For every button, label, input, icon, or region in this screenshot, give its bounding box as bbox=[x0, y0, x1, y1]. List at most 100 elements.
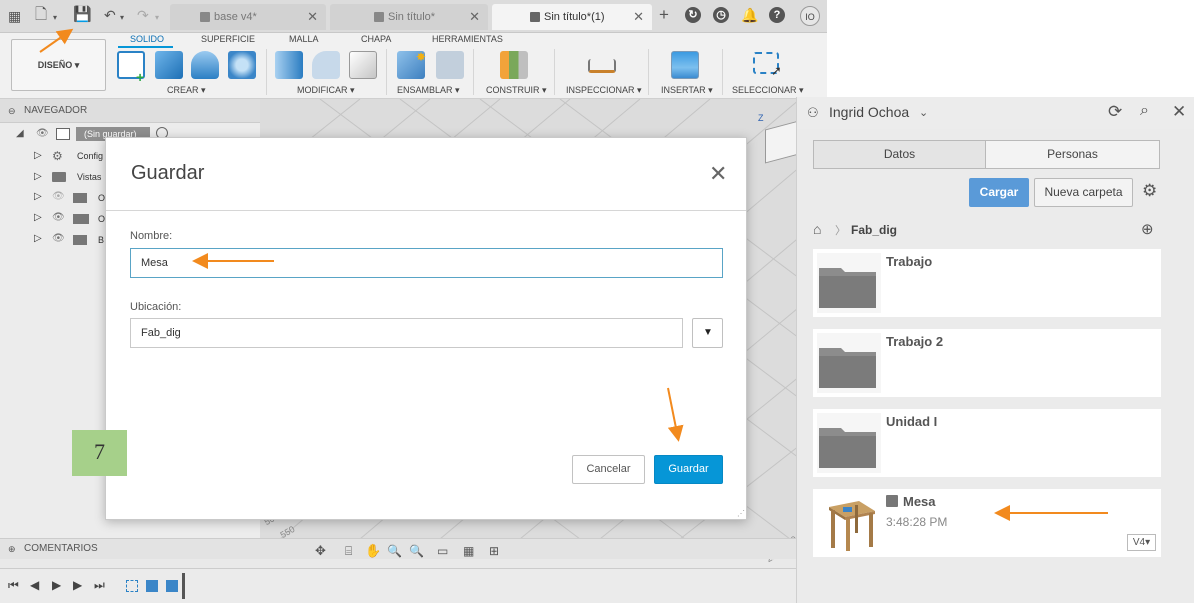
tab-sin-titulo[interactable]: Sin título* ✕ bbox=[330, 4, 488, 30]
version-badge[interactable]: V4▾ bbox=[1127, 534, 1156, 551]
avatar[interactable]: IO bbox=[800, 6, 820, 26]
list-item[interactable]: Trabajo bbox=[813, 249, 1161, 317]
cancel-button[interactable]: Cancelar bbox=[572, 455, 645, 484]
tab-herramientas[interactable]: HERRAMIENTAS bbox=[432, 33, 503, 45]
fillet-icon[interactable] bbox=[312, 51, 340, 79]
extrude-icon[interactable] bbox=[155, 51, 183, 79]
expand-icon[interactable]: ▷ bbox=[34, 191, 42, 202]
chevron-down-icon[interactable]: ⌄ bbox=[919, 106, 928, 119]
eye-icon[interactable]: 👁 bbox=[36, 128, 49, 139]
tree-item-label[interactable]: O bbox=[98, 214, 105, 224]
eye-icon[interactable]: 👁 bbox=[52, 191, 65, 202]
timeline-feature-icon[interactable] bbox=[146, 580, 158, 592]
tab-chapa[interactable]: CHAPA bbox=[361, 33, 391, 45]
group-modificar[interactable]: MODIFICAR ▾ bbox=[297, 85, 355, 96]
insert-image-icon[interactable] bbox=[671, 51, 699, 79]
expand-icon[interactable]: ▷ bbox=[34, 171, 42, 182]
browser-header[interactable]: ⊖ NAVEGADOR bbox=[0, 99, 260, 123]
timeline-marker[interactable] bbox=[182, 573, 185, 599]
search-icon[interactable]: ⌕ bbox=[1140, 102, 1149, 120]
refresh-icon[interactable]: ⟳ bbox=[1108, 102, 1122, 122]
tab-malla[interactable]: MALLA bbox=[289, 33, 319, 45]
extensions-icon[interactable]: ↻ bbox=[685, 7, 701, 23]
close-icon[interactable]: ✕ bbox=[307, 4, 318, 30]
joint-icon[interactable] bbox=[436, 51, 464, 79]
help-icon[interactable]: ? bbox=[769, 7, 785, 23]
collapse-icon[interactable]: ⊖ bbox=[8, 99, 16, 123]
expand-icon[interactable]: ▷ bbox=[34, 212, 42, 223]
undo-dropdown-icon[interactable]: ▾ bbox=[120, 11, 124, 25]
tab-solido[interactable]: SOLIDO bbox=[130, 33, 164, 45]
step-forward-icon[interactable]: ▶ bbox=[73, 578, 82, 592]
hole-icon[interactable] bbox=[228, 51, 256, 79]
tree-item-label[interactable]: Vistas bbox=[77, 172, 101, 182]
tree-item-label[interactable]: B bbox=[98, 235, 104, 245]
timeline-feature-icon[interactable] bbox=[166, 580, 178, 592]
expand-icon[interactable]: ◢ bbox=[16, 128, 24, 139]
pan-icon[interactable]: ✋ bbox=[365, 541, 381, 561]
grid-menu-icon[interactable]: ▦ bbox=[8, 9, 21, 23]
comments-bar[interactable]: ⊕ COMENTARIOS ✥ ⌸ ✋ 🔍 🔍 ▭ ▦ ⊞ bbox=[0, 538, 827, 559]
close-icon[interactable]: ✕ bbox=[709, 163, 727, 185]
tab-personas[interactable]: Personas bbox=[985, 140, 1160, 169]
name-field[interactable]: Mesa bbox=[130, 248, 723, 278]
globe-icon[interactable]: ⊕ bbox=[1141, 220, 1154, 238]
close-icon[interactable]: ✕ bbox=[469, 4, 480, 30]
job-status-icon[interactable]: ◷ bbox=[713, 7, 729, 23]
tree-item-label[interactable]: Config bbox=[77, 151, 103, 161]
workspace-switcher[interactable]: DISEÑO ▾ bbox=[11, 39, 106, 91]
press-pull-icon[interactable] bbox=[275, 51, 303, 79]
group-ensamblar[interactable]: ENSAMBLAR ▾ bbox=[397, 85, 460, 96]
measure-icon[interactable] bbox=[588, 59, 616, 73]
tab-sin-titulo-1[interactable]: Sin título*(1) ✕ bbox=[492, 4, 652, 30]
play-icon[interactable]: ▶ bbox=[52, 578, 61, 592]
step-back-icon[interactable]: ◀ bbox=[30, 578, 39, 592]
orbit-icon[interactable]: ✥ bbox=[315, 541, 326, 561]
breadcrumb[interactable]: Fab_dig bbox=[851, 223, 897, 237]
revolve-icon[interactable] bbox=[191, 51, 219, 79]
group-seleccionar[interactable]: SELECCIONAR ▾ bbox=[732, 85, 804, 96]
eye-icon[interactable]: 👁 bbox=[52, 212, 65, 223]
file-dropdown-icon[interactable]: ▾ bbox=[53, 11, 57, 25]
save-icon[interactable]: 💾 bbox=[73, 7, 92, 22]
notifications-icon[interactable]: 🔔 bbox=[741, 7, 758, 23]
list-item[interactable]: Mesa 3:48:28 PM V4▾ bbox=[813, 489, 1161, 557]
location-dropdown-button[interactable]: ▼ bbox=[692, 318, 723, 348]
upload-button[interactable]: Cargar bbox=[969, 178, 1029, 207]
list-item[interactable]: Trabajo 2 bbox=[813, 329, 1161, 397]
expand-icon[interactable]: ▷ bbox=[34, 233, 42, 244]
tab-base-v4[interactable]: base v4* ✕ bbox=[170, 4, 326, 30]
tab-superficie[interactable]: SUPERFICIE bbox=[201, 33, 255, 45]
grid-settings-icon[interactable]: ▦ bbox=[463, 541, 474, 561]
home-icon[interactable]: ⌂ bbox=[813, 221, 821, 237]
group-construir[interactable]: CONSTRUIR ▾ bbox=[486, 85, 547, 96]
close-icon[interactable]: ✕ bbox=[1172, 102, 1186, 122]
close-icon[interactable]: ✕ bbox=[633, 4, 644, 30]
group-insertar[interactable]: INSERTAR ▾ bbox=[661, 85, 713, 96]
new-folder-button[interactable]: Nueva carpeta bbox=[1034, 178, 1133, 207]
location-field[interactable]: Fab_dig bbox=[130, 318, 683, 348]
save-button[interactable]: Guardar bbox=[654, 455, 723, 484]
expand-icon[interactable]: ▷ bbox=[34, 150, 42, 161]
go-to-start-icon[interactable]: ⏮ bbox=[8, 578, 19, 593]
look-at-icon[interactable]: ⌸ bbox=[345, 541, 352, 561]
expand-icon[interactable]: ⊕ bbox=[8, 539, 16, 559]
tab-datos[interactable]: Datos bbox=[813, 140, 986, 169]
fit-icon[interactable]: 🔍 bbox=[409, 541, 424, 561]
display-settings-icon[interactable]: ▭ bbox=[437, 541, 448, 561]
go-to-end-icon[interactable]: ⏭ bbox=[94, 578, 105, 593]
group-inspeccionar[interactable]: INSPECCIONAR ▾ bbox=[566, 85, 642, 96]
group-crear[interactable]: CREAR ▾ bbox=[167, 85, 206, 96]
viewports-icon[interactable]: ⊞ bbox=[489, 541, 499, 561]
file-icon[interactable]: 🗋 bbox=[35, 7, 47, 22]
new-tab-icon[interactable]: + bbox=[659, 6, 669, 23]
gear-icon[interactable]: ⚙ bbox=[1142, 181, 1157, 201]
tree-item-label[interactable]: O bbox=[98, 193, 105, 203]
zoom-icon[interactable]: 🔍 bbox=[387, 541, 402, 561]
redo-dropdown-icon[interactable]: ▾ bbox=[155, 11, 159, 25]
timeline-feature-icon[interactable] bbox=[126, 580, 138, 592]
shell-icon[interactable] bbox=[349, 51, 377, 79]
user-name[interactable]: Ingrid Ochoa bbox=[829, 104, 909, 120]
redo-icon[interactable]: ↷ bbox=[137, 8, 149, 22]
list-item[interactable]: Unidad I bbox=[813, 409, 1161, 477]
